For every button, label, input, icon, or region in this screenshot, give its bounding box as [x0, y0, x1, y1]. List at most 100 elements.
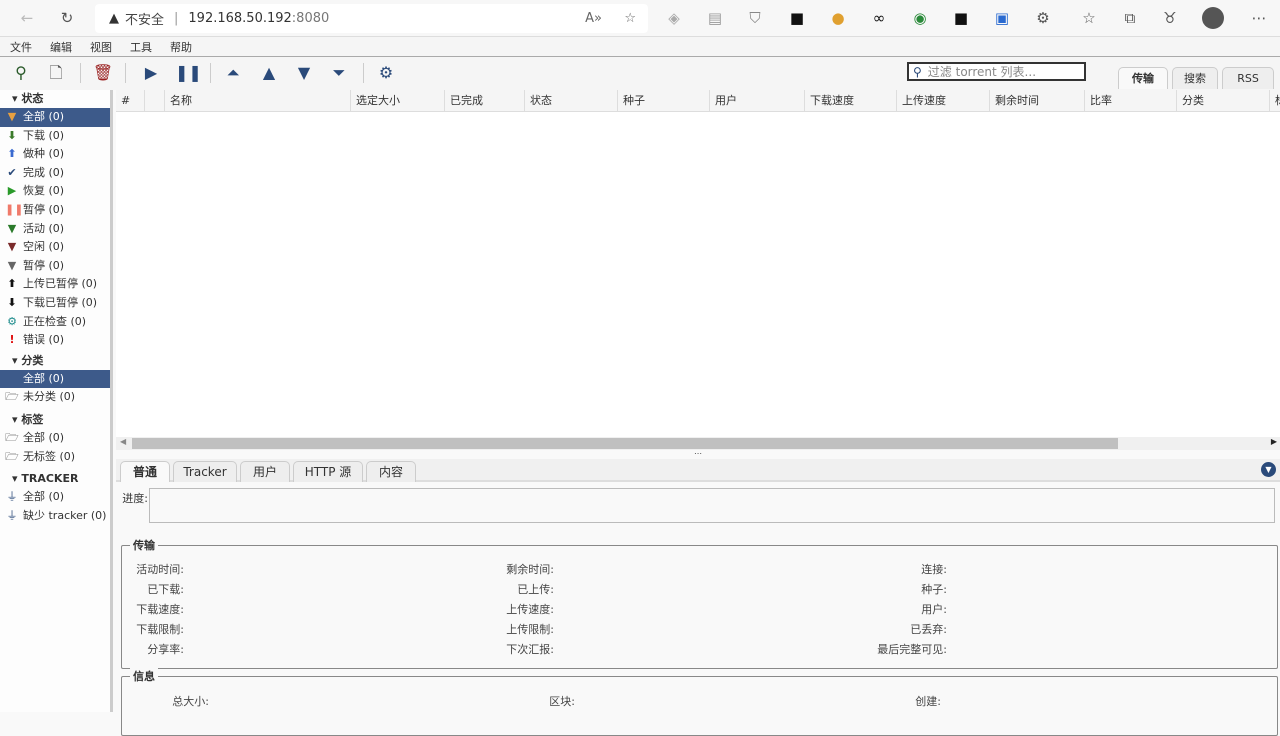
move-up-icon[interactable]: ▲ [258, 63, 280, 83]
collections-icon[interactable]: ⧉ [1121, 9, 1139, 27]
column-header[interactable]: 种子 [618, 90, 710, 112]
tab-rss[interactable]: RSS [1222, 67, 1274, 89]
tab-general[interactable]: 普通 [120, 461, 170, 482]
rewards-icon[interactable]: ♉ [1161, 9, 1179, 27]
status-filter-item[interactable]: ❚❚ 暂停 (0) [0, 201, 110, 220]
torrent-table-header: # 名称选定大小已完成状态种子用户下载速度上传速度剩余时间比率分类标 [116, 90, 1280, 112]
tab-peers[interactable]: 用户 [240, 461, 290, 482]
column-header[interactable] [145, 90, 165, 112]
favorite-add-icon[interactable]: ☆ [624, 11, 636, 26]
status-filter-item[interactable]: ! 错误 (0) [0, 331, 110, 350]
tracker-all[interactable]: ⏚ 全部 (0) [0, 488, 110, 507]
column-header[interactable]: 比率 [1085, 90, 1177, 112]
status-filter-item[interactable]: ▼ 全部 (0) [0, 108, 110, 127]
status-header[interactable]: ▾ 状态 [0, 90, 110, 108]
tab-content[interactable]: 内容 [366, 461, 416, 482]
column-header[interactable]: 状态 [525, 90, 618, 112]
options-gear-icon[interactable]: ⚙ [375, 63, 397, 83]
collapse-panel-icon[interactable]: ▼ [1261, 462, 1276, 477]
delete-icon[interactable]: 🗑 [92, 63, 114, 83]
extension-icon[interactable]: ◈ [665, 9, 683, 27]
add-torrent-file-icon[interactable]: 🗋 [45, 63, 67, 83]
status-filter-item[interactable]: ✔ 完成 (0) [0, 164, 110, 183]
back-icon[interactable]: ← [18, 9, 36, 27]
transfer-label: 下载速度: [136, 603, 184, 616]
tag-all[interactable]: 🗁 全部 (0) [0, 429, 110, 448]
favorites-icon[interactable]: ☆ [1080, 9, 1098, 27]
extension-icon[interactable]: ▤ [706, 9, 724, 27]
tracker-header[interactable]: ▾ TRACKER [0, 470, 110, 488]
extension-icon[interactable]: ◉ [911, 9, 929, 27]
status-filter-label: 恢复 (0) [23, 184, 65, 198]
move-down-icon[interactable]: ▼ [293, 63, 315, 83]
address-bar[interactable]: ▲ 不安全 | 192.168.50.192:8080 A» ☆ [95, 4, 648, 33]
status-filter-item[interactable]: ⬆ 做种 (0) [0, 145, 110, 164]
column-header[interactable]: 上传速度 [897, 90, 990, 112]
extension-new-icon[interactable]: ▣ [993, 9, 1011, 27]
filter-input[interactable]: ⚲ 过滤 torrent 列表... [907, 62, 1086, 81]
extension-icon[interactable]: ⛉ [746, 9, 764, 27]
column-header[interactable]: 选定大小 [351, 90, 445, 112]
tag-header[interactable]: ▾ 标签 [0, 411, 110, 429]
menu-view[interactable]: 视图 [90, 39, 112, 55]
tab-tracker[interactable]: Tracker [173, 461, 237, 482]
menu-file[interactable]: 文件 [10, 39, 32, 55]
extension-icon[interactable]: ■ [952, 9, 970, 27]
folder-icon: 🗁 [5, 390, 19, 404]
column-header[interactable]: # [116, 90, 145, 112]
column-header[interactable]: 分类 [1177, 90, 1270, 112]
tracker-missing[interactable]: ⏚ 缺少 tracker (0) [0, 507, 110, 526]
move-bottom-icon[interactable]: ⏷ [328, 63, 350, 83]
play-icon: ▶ [7, 184, 17, 198]
refresh-icon[interactable]: ↻ [58, 9, 76, 27]
infinity-icon[interactable]: ∞ [870, 9, 888, 27]
add-torrent-link-icon[interactable]: ⚲ [10, 63, 32, 83]
column-header[interactable]: 剩余时间 [990, 90, 1085, 112]
status-filter-item[interactable]: ⬆ 上传已暂停 (0) [0, 275, 110, 294]
transfer-label: 种子: [921, 583, 947, 596]
url-port: :8080 [291, 11, 330, 26]
category-all[interactable]: 全部 (0) [0, 369, 110, 389]
category-header[interactable]: ▾ 分类 [0, 352, 110, 370]
status-filter-item[interactable]: ▼ 空闲 (0) [0, 238, 110, 257]
column-header[interactable]: 标 [1270, 90, 1280, 112]
toolbar: ⚲ 🗋 🗑 ▶ ❚❚ ⏶ ▲ ▼ ⏷ ⚙ [0, 57, 1280, 90]
panel-splitter[interactable]: ⋯ [116, 450, 1280, 459]
menu-help[interactable]: 帮助 [170, 39, 192, 55]
status-filter-label: 错误 (0) [23, 333, 65, 347]
status-filter-item[interactable]: ⬇ 下载 (0) [0, 127, 110, 146]
status-filter-item[interactable]: ▼ 暂停 (0) [0, 257, 110, 276]
extension-icon[interactable]: ■ [788, 9, 806, 27]
column-header[interactable]: 名称 [165, 90, 351, 112]
status-filter-item[interactable]: ⚙ 正在检查 (0) [0, 313, 110, 332]
status-filter-item[interactable]: ▼ 活动 (0) [0, 220, 110, 239]
transfer-label: 下次汇报: [506, 643, 554, 656]
status-filter-item[interactable]: ▶ 恢复 (0) [0, 182, 110, 201]
tab-transfers[interactable]: 传输 [1118, 67, 1168, 89]
avatar[interactable] [1202, 7, 1224, 29]
column-header[interactable]: 下载速度 [805, 90, 897, 112]
move-top-icon[interactable]: ⏶ [222, 63, 244, 83]
menu-edit[interactable]: 编辑 [50, 39, 72, 55]
menu-bar: 文件 编辑 视图 工具 帮助 [0, 37, 1280, 57]
tag-untagged[interactable]: 🗁 无标签 (0) [0, 448, 110, 467]
status-filter-item[interactable]: ⬇ 下载已暂停 (0) [0, 294, 110, 313]
menu-tools[interactable]: 工具 [130, 39, 152, 55]
pause-icon: ❚❚ [5, 202, 24, 216]
scrollbar-thumb[interactable] [132, 438, 1118, 449]
resume-icon[interactable]: ▶ [140, 63, 162, 83]
more-icon[interactable]: ⋯ [1250, 9, 1268, 27]
category-uncategorized[interactable]: 🗁 未分类 (0) [0, 388, 110, 407]
extensions-icon[interactable]: ⚙ [1034, 9, 1052, 27]
filter-icon: ▼ [7, 110, 17, 123]
column-header[interactable]: 用户 [710, 90, 805, 112]
transfer-section: 传输 活动时间: 已下载: 下载速度: 下载限制: 分享率: 剩余时间: 已上传: 上传速度… [121, 537, 1278, 669]
read-aloud-icon[interactable]: A» [585, 11, 602, 26]
tab-http-sources[interactable]: HTTP 源 [293, 461, 363, 482]
pause-icon[interactable]: ❚❚ [175, 63, 202, 83]
arrow-down-icon: ⬇ [7, 128, 17, 142]
status-filter-label: 下载已暂停 (0) [23, 295, 98, 309]
extension-icon[interactable]: ● [829, 9, 847, 27]
tab-search[interactable]: 搜索 [1172, 67, 1218, 89]
column-header[interactable]: 已完成 [445, 90, 525, 112]
